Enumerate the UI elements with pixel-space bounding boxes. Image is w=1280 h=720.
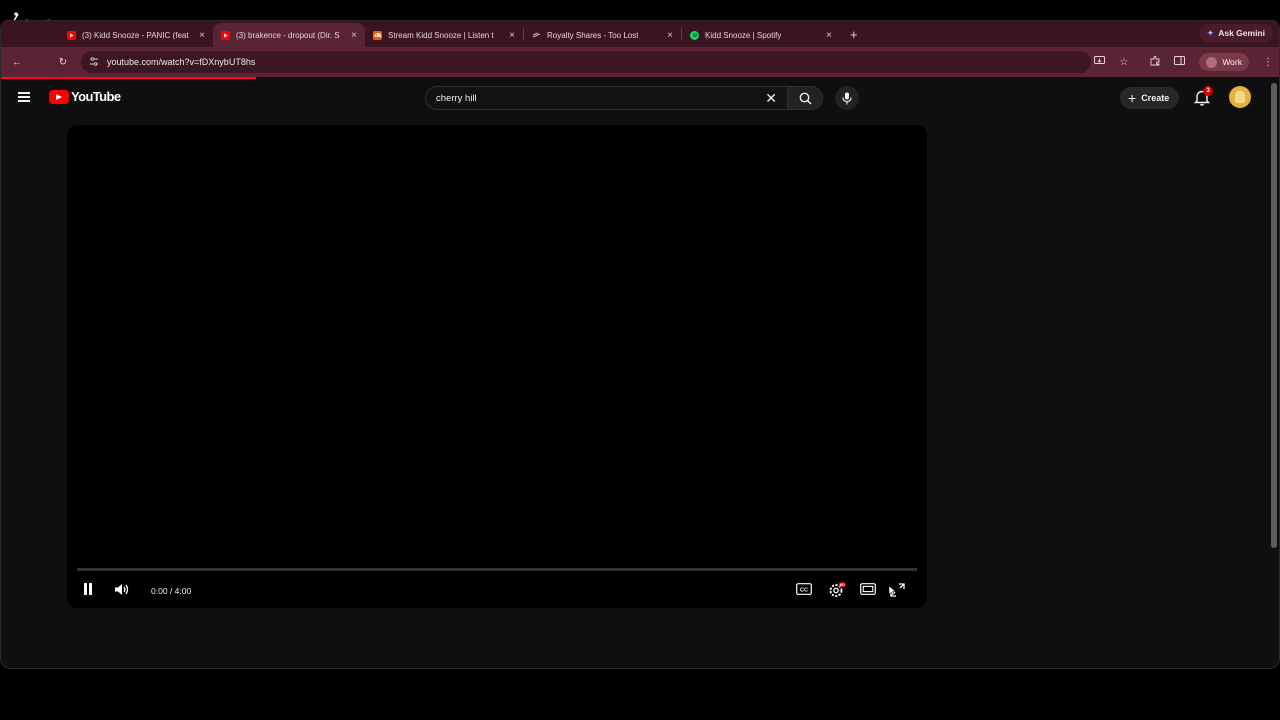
reload-icon[interactable]: ↻ xyxy=(55,57,71,68)
youtube-icon xyxy=(221,30,230,40)
browser-window: (3) Kidd Snooze - PANIC (feat × (3) brak… xyxy=(0,20,1280,669)
youtube-masthead: YouTube ✕ + Create 3 xyxy=(1,79,1279,117)
notification-badge: 3 xyxy=(1203,86,1213,96)
progress-bar[interactable] xyxy=(77,568,917,571)
tab-close-icon[interactable]: × xyxy=(199,30,205,41)
notifications-button[interactable]: 3 xyxy=(1193,86,1213,107)
svg-text:CC: CC xyxy=(800,587,808,593)
tab-brakence-dropout[interactable]: (3) brakence - dropout (Dir. S × xyxy=(213,23,365,47)
clear-search-icon[interactable]: ✕ xyxy=(765,90,777,107)
youtube-icon xyxy=(67,30,76,40)
closed-captions-icon: CC xyxy=(796,583,812,595)
volume-icon xyxy=(115,583,129,595)
fullscreen-icon xyxy=(889,583,905,597)
video-player[interactable]: 0:00 / 4:00 CC HD xyxy=(67,125,927,608)
tab-title: Royalty Shares - Too Lost xyxy=(547,30,639,40)
svg-text:HD: HD xyxy=(840,583,845,587)
gear-icon: HD xyxy=(829,582,846,597)
plus-icon: + xyxy=(1128,90,1137,106)
pause-icon xyxy=(84,583,92,595)
create-label: Create xyxy=(1141,93,1170,103)
ask-gemini-label: Ask Gemini xyxy=(1218,28,1265,38)
page-scrollbar[interactable] xyxy=(1271,83,1277,548)
subtitles-button[interactable]: CC xyxy=(795,582,813,596)
mute-button[interactable] xyxy=(114,582,130,596)
theater-mode-icon xyxy=(860,583,876,595)
back-icon[interactable]: ← xyxy=(9,57,25,68)
gemini-sparkle-icon: ✦ xyxy=(1206,27,1215,38)
create-button[interactable]: + Create xyxy=(1120,87,1180,109)
browser-toolbar: ← ↻ youtube.com/watch?v=fDXnybUT8hs ☆ Wo… xyxy=(1,47,1279,77)
profile-label: Work xyxy=(1222,57,1242,67)
profile-avatar xyxy=(1206,56,1218,68)
pause-button[interactable] xyxy=(81,582,95,596)
tab-close-icon[interactable]: × xyxy=(351,30,357,41)
side-panel-icon[interactable] xyxy=(1174,56,1186,68)
soundcloud-icon xyxy=(373,30,382,40)
profile-button[interactable]: Work xyxy=(1199,53,1249,71)
tab-kidd-snooze-panic[interactable]: (3) Kidd Snooze - PANIC (feat × xyxy=(59,23,213,47)
install-app-icon[interactable] xyxy=(1094,55,1106,69)
bookmark-star-icon[interactable]: ☆ xyxy=(1119,57,1128,68)
url-text: youtube.com/watch?v=fDXnybUT8hs xyxy=(107,57,256,67)
time-display: 0:00 / 4:00 xyxy=(151,586,192,596)
tab-royalty-shares[interactable]: Royalty Shares - Too Lost × xyxy=(524,23,681,47)
tab-title: Stream Kidd Snooze | Listen t xyxy=(388,30,494,40)
tab-close-icon[interactable]: × xyxy=(509,30,515,41)
tab-title: Kidd Snooze | Spotify xyxy=(705,30,782,40)
youtube-play-logo-icon xyxy=(49,89,69,104)
ask-gemini-button[interactable]: ✦ Ask Gemini xyxy=(1198,24,1273,42)
new-tab-button[interactable]: + xyxy=(850,27,858,42)
browser-menu-icon[interactable]: ⋮ xyxy=(1263,57,1273,68)
tab-soundcloud-kidd-snooze[interactable]: Stream Kidd Snooze | Listen t × xyxy=(365,23,523,47)
youtube-logo[interactable]: YouTube xyxy=(49,89,121,104)
player-controls: 0:00 / 4:00 CC HD xyxy=(67,575,927,607)
search-input[interactable] xyxy=(436,92,736,104)
microphone-icon xyxy=(842,92,852,104)
address-bar[interactable]: youtube.com/watch?v=fDXnybUT8hs xyxy=(81,51,1091,73)
voice-search-button[interactable] xyxy=(835,86,859,110)
extensions-icon[interactable] xyxy=(1150,55,1160,69)
account-avatar[interactable] xyxy=(1229,86,1251,108)
site-settings-icon[interactable] xyxy=(89,56,99,68)
tab-title: (3) Kidd Snooze - PANIC (feat xyxy=(82,30,189,40)
theater-mode-button[interactable] xyxy=(859,582,877,596)
spotify-icon xyxy=(690,30,699,40)
search-icon xyxy=(799,92,812,105)
settings-button[interactable]: HD xyxy=(827,582,847,598)
search-button[interactable] xyxy=(787,86,823,110)
tab-close-icon[interactable]: × xyxy=(826,30,832,41)
tab-title: (3) brakence - dropout (Dir. S xyxy=(236,30,340,40)
youtube-wordmark: YouTube xyxy=(71,89,121,104)
tab-close-icon[interactable]: × xyxy=(667,30,673,41)
menu-icon[interactable] xyxy=(18,92,30,102)
fullscreen-button[interactable] xyxy=(889,582,907,598)
tab-strip: (3) Kidd Snooze - PANIC (feat × (3) brak… xyxy=(1,21,1279,47)
toolost-icon xyxy=(532,31,541,40)
search-box: ✕ xyxy=(425,86,787,110)
tab-spotify[interactable]: Kidd Snooze | Spotify × xyxy=(682,23,840,47)
